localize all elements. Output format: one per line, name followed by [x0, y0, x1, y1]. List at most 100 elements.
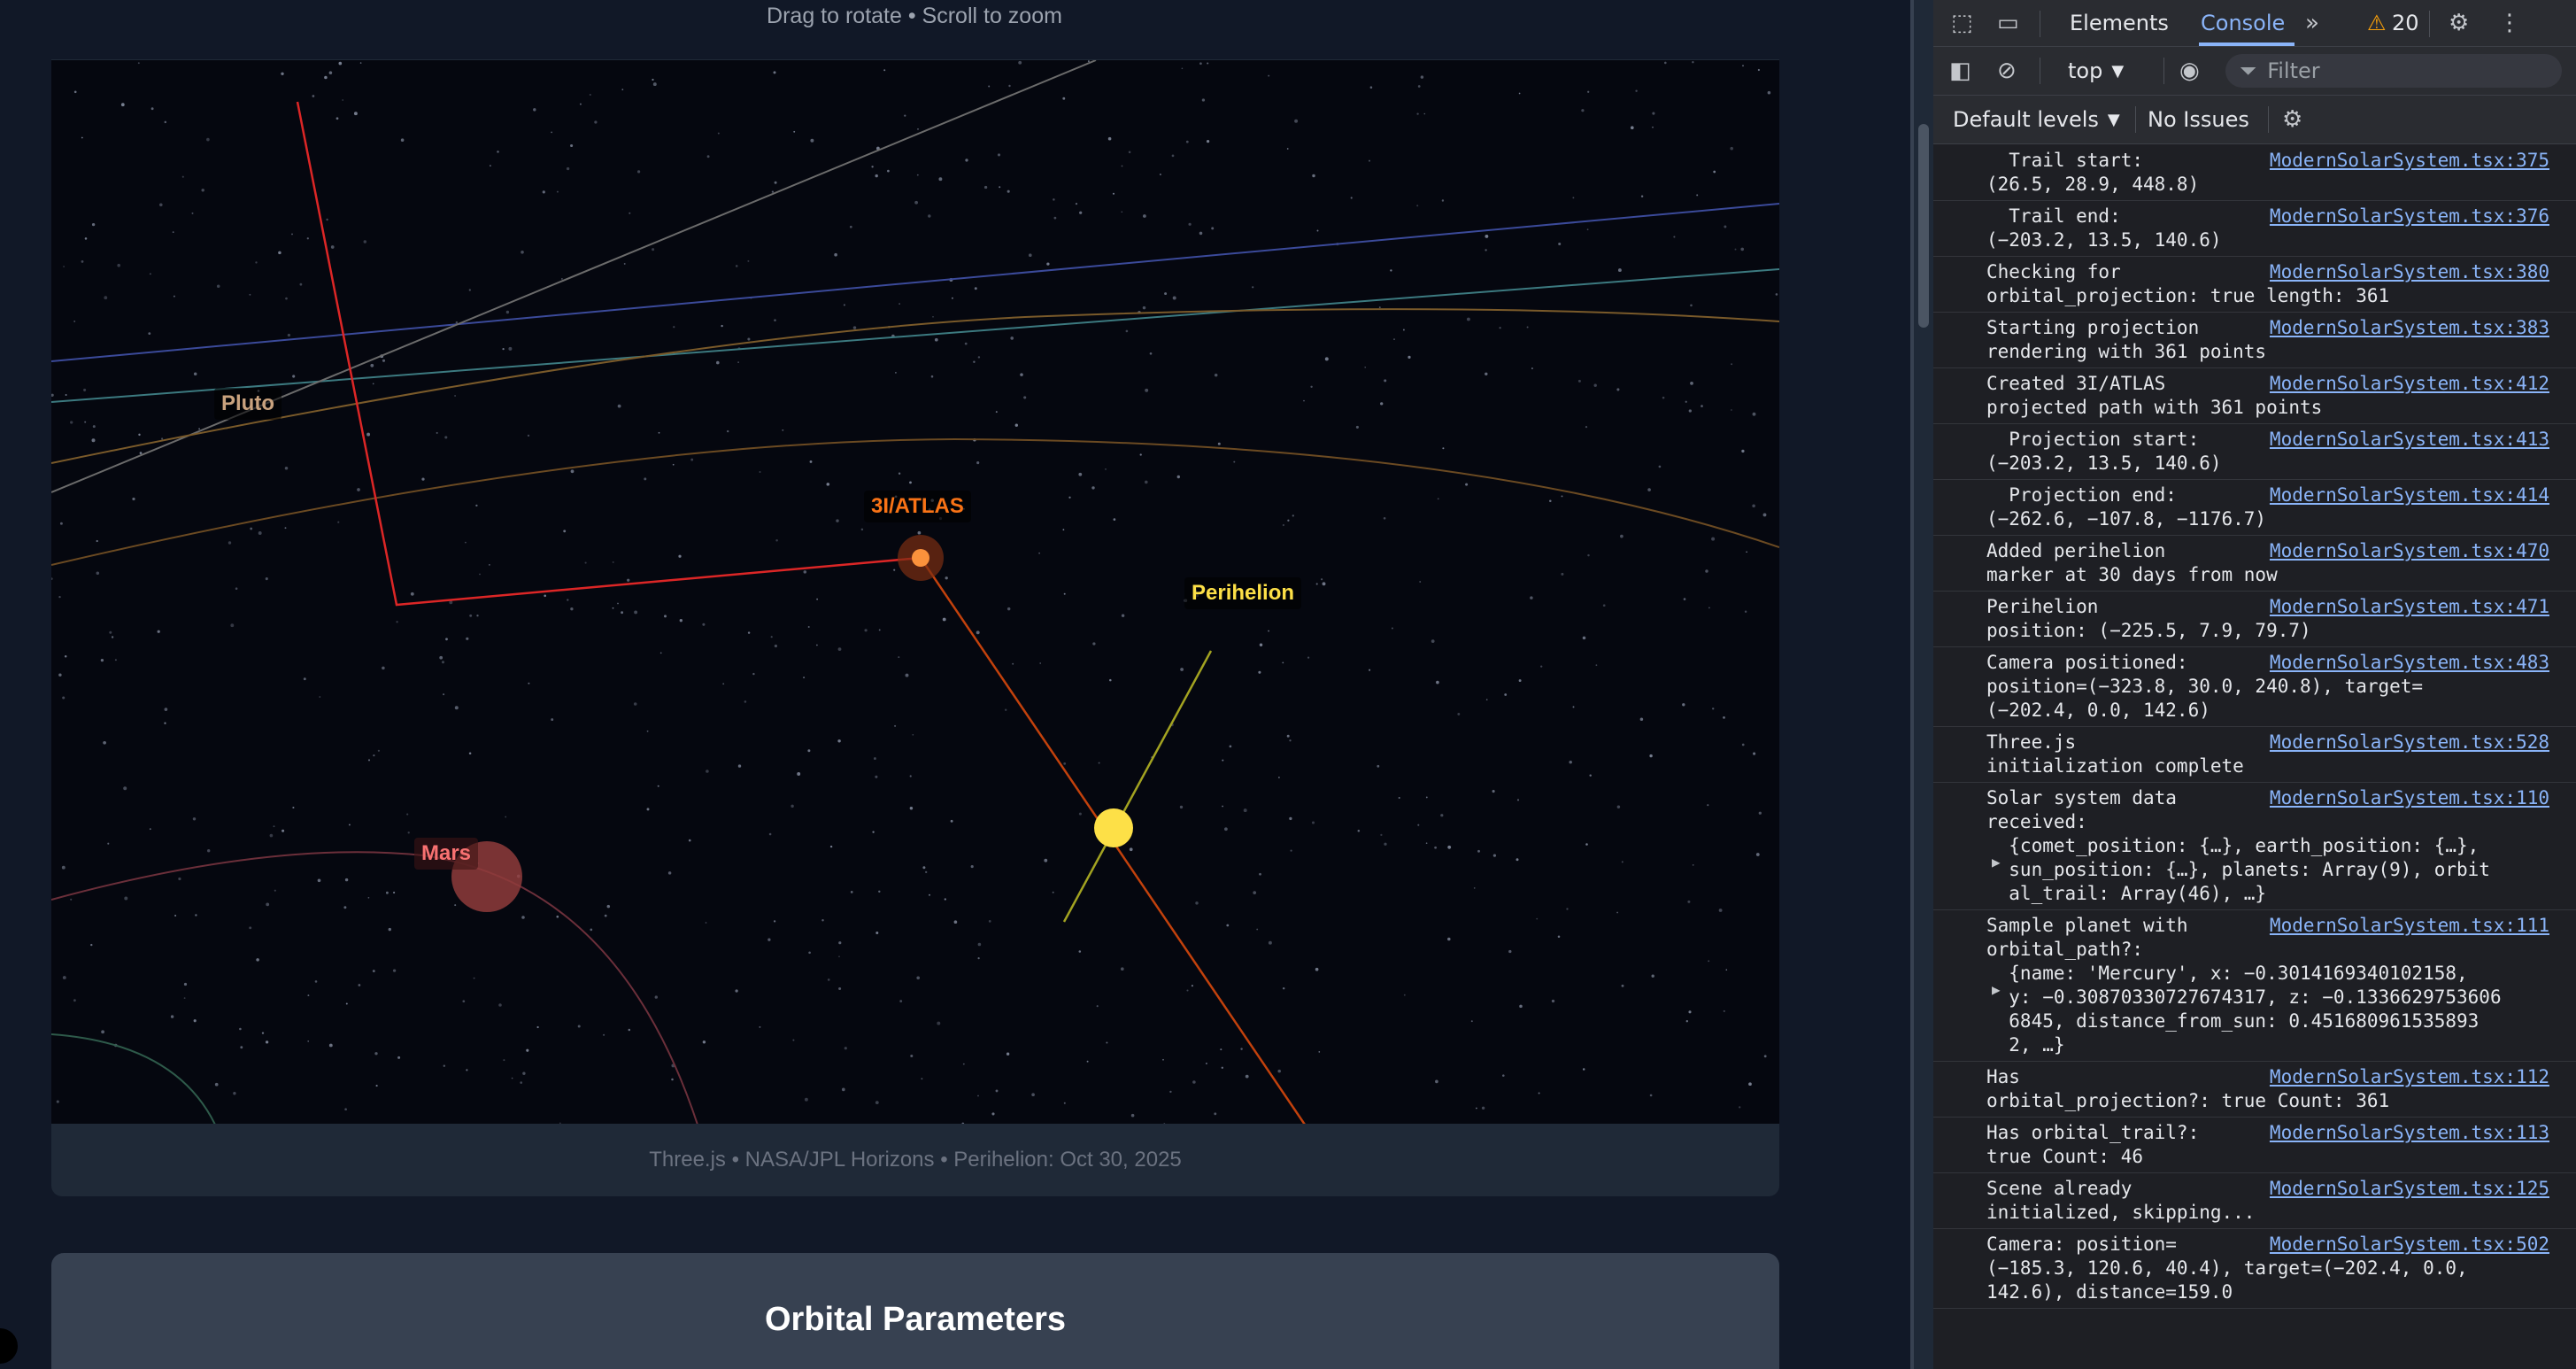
log-source-link[interactable]: ModernSolarSystem.tsx:412 — [2262, 372, 2549, 396]
console-log-entry: Has orbital_projection?: true Count: 361… — [1933, 1062, 2576, 1118]
log-source-link[interactable]: ModernSolarSystem.tsx:383 — [2262, 316, 2549, 340]
star — [909, 806, 914, 810]
star — [1268, 630, 1270, 632]
star — [498, 1003, 502, 1007]
star — [1214, 1112, 1217, 1116]
star — [1224, 827, 1228, 831]
star — [317, 878, 321, 883]
log-source-link[interactable]: ModernSolarSystem.tsx:470 — [2262, 539, 2549, 563]
star — [51, 577, 53, 580]
star — [706, 770, 709, 773]
tab-elements[interactable]: Elements — [2070, 0, 2169, 46]
clear-console-icon[interactable]: ⊘ — [1997, 47, 2017, 95]
star — [299, 282, 303, 286]
star — [527, 434, 530, 437]
star — [388, 927, 391, 932]
tab-console[interactable]: Console — [2201, 0, 2285, 46]
star — [747, 259, 750, 262]
star — [1107, 136, 1112, 141]
star — [623, 262, 626, 265]
more-tabs-icon[interactable]: » — [2305, 0, 2319, 46]
filter-input[interactable]: ⏷ Filter — [2225, 54, 2562, 88]
star — [282, 829, 285, 832]
star — [206, 137, 210, 142]
star — [342, 99, 344, 101]
star — [164, 708, 168, 711]
star — [520, 1081, 523, 1084]
log-source-link[interactable]: ModernSolarSystem.tsx:471 — [2262, 595, 2549, 619]
warning-icon[interactable]: ⚠ — [2367, 0, 2387, 46]
star — [359, 62, 362, 64]
star — [1181, 67, 1184, 70]
scrollbar-thumb[interactable] — [1918, 124, 1929, 328]
warning-count[interactable]: 20 — [2392, 0, 2419, 46]
console-log-list[interactable]: Trail start: (26.5, 28.9, 448.8) ModernSo… — [1933, 145, 2576, 1369]
star — [132, 497, 135, 501]
log-source-link[interactable]: ModernSolarSystem.tsx:111 — [2262, 914, 2549, 938]
star — [1006, 607, 1011, 611]
expand-object-icon[interactable]: ▶ — [1992, 854, 2001, 870]
star — [1435, 1079, 1438, 1084]
log-source-link[interactable]: ModernSolarSystem.tsx:113 — [2262, 1121, 2549, 1145]
star — [479, 573, 481, 576]
star — [944, 898, 946, 901]
issues-button[interactable]: No Issues — [2148, 96, 2249, 143]
star — [114, 659, 117, 661]
star — [1582, 636, 1586, 640]
star — [737, 764, 742, 768]
star — [910, 1054, 914, 1058]
star — [722, 683, 725, 685]
star — [1139, 453, 1142, 456]
star — [1316, 229, 1319, 232]
star — [454, 706, 459, 710]
star — [1549, 499, 1552, 503]
star — [590, 928, 593, 932]
log-source-link[interactable]: ModernSolarSystem.tsx:413 — [2262, 428, 2549, 452]
star — [476, 615, 479, 617]
star — [466, 637, 469, 640]
log-source-link[interactable]: ModernSolarSystem.tsx:528 — [2262, 731, 2549, 754]
star — [372, 383, 374, 385]
eye-icon[interactable]: ◉ — [2179, 47, 2200, 95]
inspect-icon[interactable]: ⬚ — [1951, 0, 1973, 46]
log-source-link[interactable]: ModernSolarSystem.tsx:125 — [2262, 1177, 2549, 1201]
log-source-link[interactable]: ModernSolarSystem.tsx:112 — [2262, 1065, 2549, 1089]
star — [844, 1047, 847, 1050]
star — [938, 177, 943, 182]
star — [887, 169, 890, 173]
log-source-link[interactable]: ModernSolarSystem.tsx:376 — [2262, 205, 2549, 228]
expand-object-icon[interactable]: ▶ — [1992, 981, 2001, 998]
star — [1086, 1060, 1089, 1063]
star — [1112, 192, 1115, 195]
log-source-link[interactable]: ModernSolarSystem.tsx:502 — [2262, 1233, 2549, 1257]
log-source-link[interactable]: ModernSolarSystem.tsx:414 — [2262, 483, 2549, 507]
device-toolbar-icon[interactable]: ▭ — [1997, 0, 2019, 46]
settings-icon[interactable]: ⚙ — [2449, 0, 2469, 46]
star — [1417, 85, 1421, 88]
log-source-link[interactable]: ModernSolarSystem.tsx:483 — [2262, 651, 2549, 675]
log-source-link[interactable]: ModernSolarSystem.tsx:380 — [2262, 260, 2549, 284]
context-selector[interactable]: top ▼ — [2068, 47, 2124, 95]
star — [235, 587, 238, 590]
atlas-comet[interactable] — [912, 549, 929, 567]
console-settings-icon[interactable]: ⚙ — [2282, 96, 2302, 143]
star — [702, 1040, 706, 1044]
star — [81, 260, 84, 263]
kebab-menu-icon[interactable]: ⋮ — [2498, 0, 2521, 46]
solar-system-canvas[interactable]: Pluto 3I/ATLAS Perihelion Mars — [51, 59, 1779, 1125]
log-source-link[interactable]: ModernSolarSystem.tsx:110 — [2262, 786, 2549, 810]
console-log-entry: Scene already initialized, skipping... Mo… — [1933, 1173, 2576, 1229]
log-levels-dropdown[interactable]: Default levels ▼ — [1953, 96, 2120, 143]
log-source-link[interactable]: ModernSolarSystem.tsx:375 — [2262, 149, 2549, 173]
star — [1062, 97, 1066, 100]
star — [1195, 901, 1199, 905]
sidebar-toggle-icon[interactable]: ◧ — [1949, 47, 1971, 95]
comet-trail — [296, 101, 922, 607]
star — [96, 571, 100, 576]
star — [338, 61, 343, 66]
star — [1569, 760, 1572, 764]
star — [117, 263, 120, 267]
page-scrollbar[interactable] — [1914, 0, 1933, 1369]
star — [1742, 65, 1744, 67]
star — [124, 896, 128, 901]
